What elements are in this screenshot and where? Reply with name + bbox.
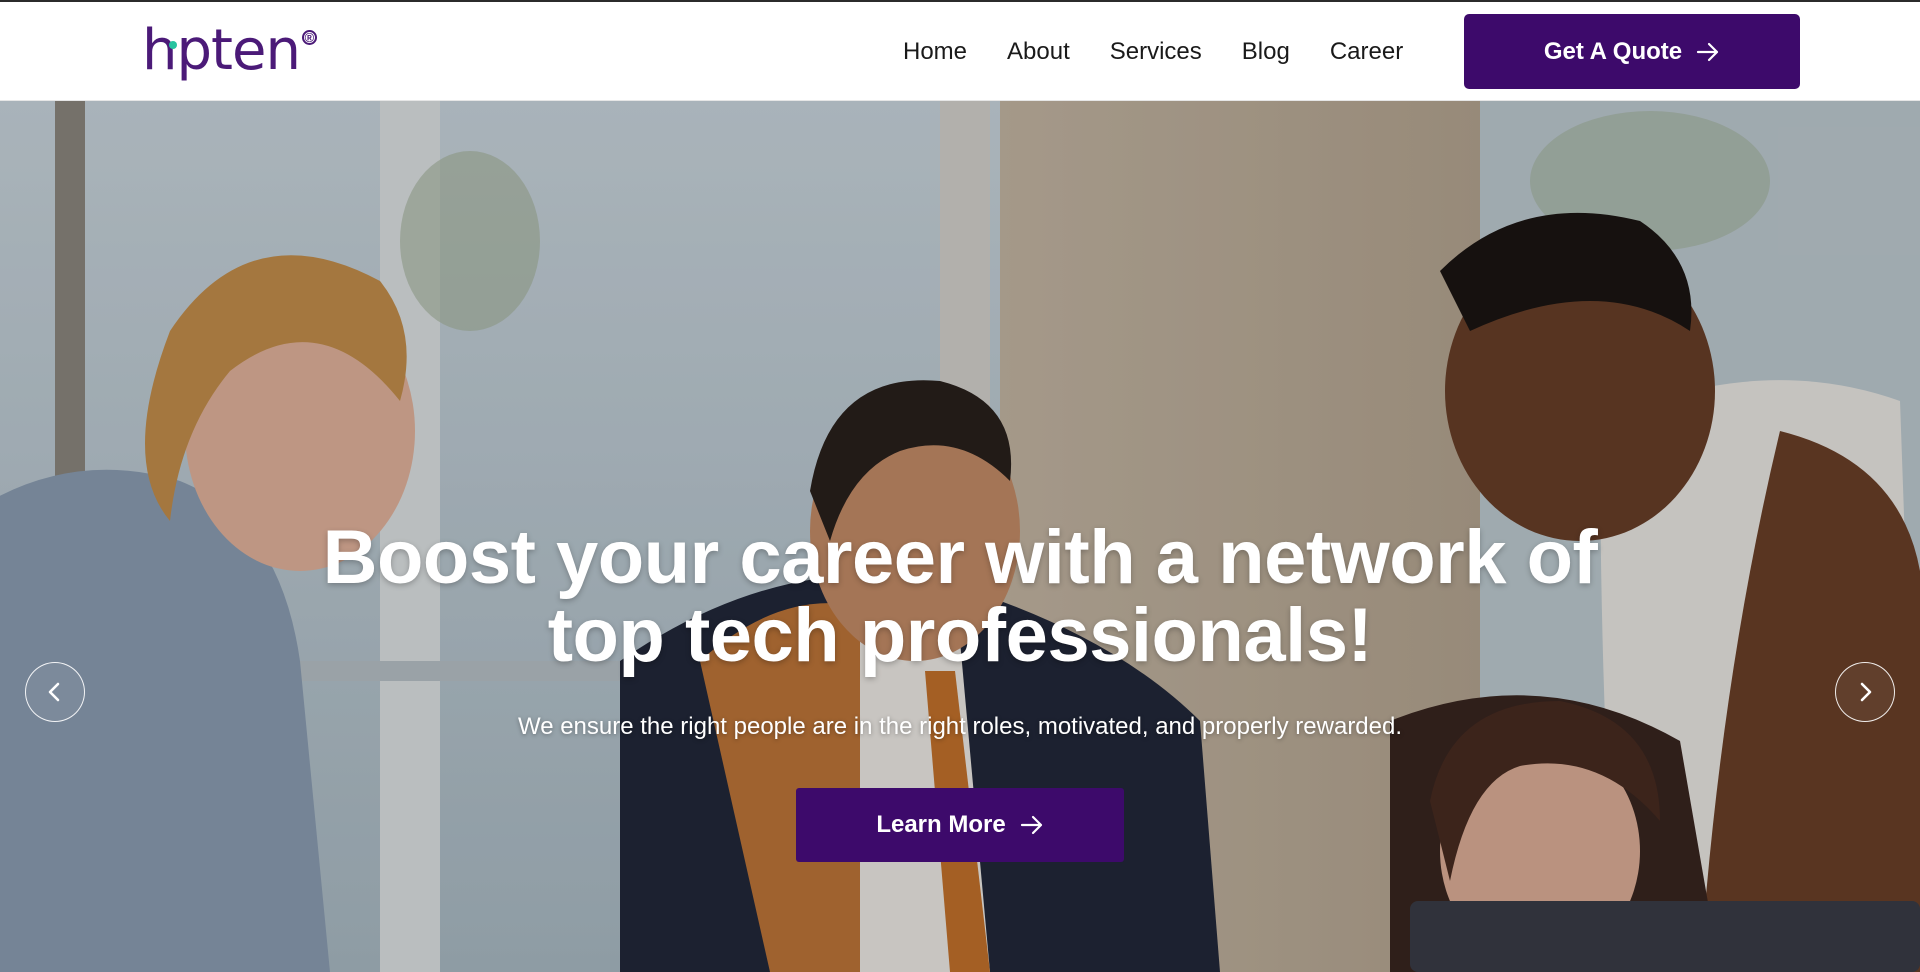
hero-slider: Boost your career with a network of top … xyxy=(0,101,1920,972)
learn-more-label: Learn More xyxy=(876,811,1006,838)
site-logo[interactable]: hpten ® xyxy=(142,16,332,86)
slider-prev-button[interactable] xyxy=(25,662,85,722)
site-header: hpten ® Home About Services Blog Career … xyxy=(0,2,1920,101)
logo-wordmark: hpten xyxy=(142,18,301,83)
nav-link-blog[interactable]: Blog xyxy=(1242,38,1290,66)
chevron-right-icon xyxy=(1860,682,1872,702)
chevron-left-icon xyxy=(48,682,60,702)
hero-subtitle: We ensure the right people are in the ri… xyxy=(517,713,1403,740)
get-a-quote-label: Get A Quote xyxy=(1543,37,1683,65)
arrow-right-icon xyxy=(1020,815,1042,835)
nav-link-services[interactable]: Services xyxy=(1110,38,1202,66)
arrow-right-icon xyxy=(1697,42,1719,61)
nav-link-about[interactable]: About xyxy=(1007,38,1070,66)
get-a-quote-button[interactable]: Get A Quote xyxy=(1464,14,1800,89)
main-navigation: Home About Services Blog Career xyxy=(903,2,1403,101)
nav-link-career[interactable]: Career xyxy=(1330,38,1403,66)
slider-next-button[interactable] xyxy=(1835,662,1895,722)
hero-title: Boost your career with a network of top … xyxy=(322,515,1598,678)
registered-mark: ® xyxy=(301,30,317,45)
nav-link-home[interactable]: Home xyxy=(903,38,967,66)
learn-more-button[interactable]: Learn More xyxy=(796,788,1124,862)
logo-accent-dot xyxy=(169,41,177,49)
